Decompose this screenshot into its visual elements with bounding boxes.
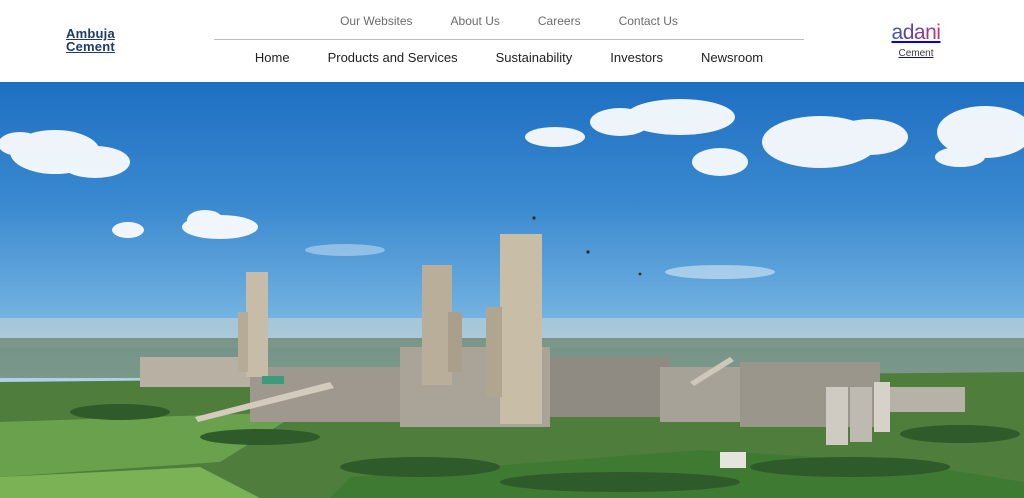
nav-home[interactable]: Home xyxy=(236,50,309,66)
nav-careers[interactable]: Careers xyxy=(519,14,600,28)
site-header: Ambuja Cement Our Websites About Us Care… xyxy=(0,0,1024,82)
nav-about-us[interactable]: About Us xyxy=(432,14,519,28)
logo-line-2: Cement xyxy=(66,39,115,54)
adani-subtitle: Cement xyxy=(898,48,934,59)
nav-investors[interactable]: Investors xyxy=(591,50,682,66)
hero-banner xyxy=(0,82,1024,498)
nav-products-and-services[interactable]: Products and Services xyxy=(309,50,477,66)
birds xyxy=(532,216,642,276)
nav-sustainability[interactable]: Sustainability xyxy=(477,50,592,66)
nav-divider xyxy=(214,39,804,40)
adani-wordmark: adani xyxy=(884,22,948,44)
secondary-nav: Our Websites About Us Careers Contact Us xyxy=(215,14,803,28)
nav-contact-us[interactable]: Contact Us xyxy=(600,14,697,28)
adani-cement-logo[interactable]: adani Cement xyxy=(884,22,948,60)
nav-our-websites[interactable]: Our Websites xyxy=(321,14,431,28)
ambuja-cement-logo[interactable]: Ambuja Cement xyxy=(66,27,115,53)
primary-nav: Home Products and Services Sustainabilit… xyxy=(215,50,803,66)
nav-newsroom[interactable]: Newsroom xyxy=(682,50,782,66)
cement-plant-aerial-photo xyxy=(0,99,1024,498)
